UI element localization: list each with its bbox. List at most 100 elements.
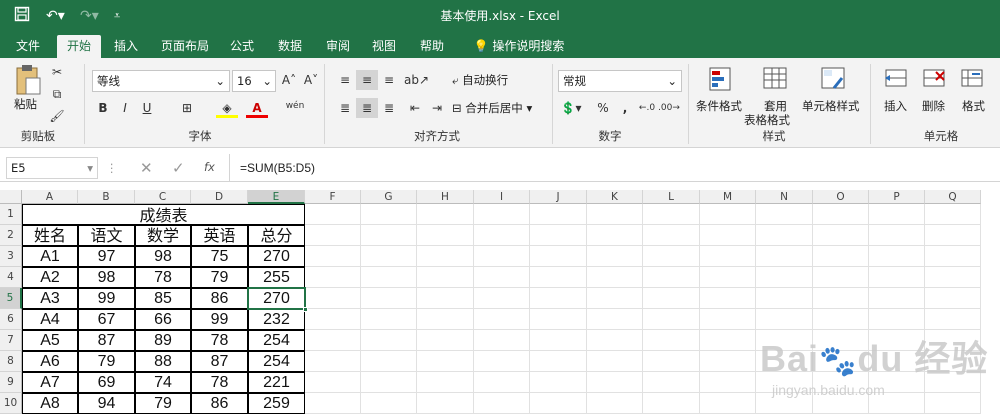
- underline-button[interactable]: U: [136, 98, 158, 118]
- grid-cell[interactable]: [361, 372, 417, 393]
- phonetic-button[interactable]: wén: [284, 96, 306, 116]
- grid-cell[interactable]: [474, 246, 530, 267]
- grid-cell[interactable]: [530, 393, 587, 414]
- grid-cell[interactable]: [305, 309, 361, 330]
- grid-cell[interactable]: [530, 351, 587, 372]
- grid-cell[interactable]: [925, 246, 981, 267]
- table-data-cell[interactable]: 78: [191, 372, 248, 393]
- enter-icon[interactable]: ✓: [172, 159, 185, 177]
- number-format-select[interactable]: 常规 ⌄: [558, 70, 682, 92]
- grid-cell[interactable]: [587, 309, 643, 330]
- grid-cell[interactable]: [361, 225, 417, 246]
- align-left-icon[interactable]: ≣: [334, 98, 356, 118]
- grid-cell[interactable]: [813, 267, 869, 288]
- percent-button[interactable]: %: [592, 98, 614, 118]
- table-data-cell[interactable]: 66: [135, 309, 191, 330]
- grid-cell[interactable]: [813, 204, 869, 225]
- increase-indent-icon[interactable]: ⇥: [426, 98, 448, 118]
- table-data-cell[interactable]: 99: [191, 309, 248, 330]
- grid-cell[interactable]: [643, 267, 700, 288]
- increase-font-icon[interactable]: A˄: [278, 70, 300, 90]
- grid-cell[interactable]: [361, 393, 417, 414]
- table-data-cell[interactable]: 85: [135, 288, 191, 309]
- insert-button[interactable]: 插入: [884, 98, 907, 114]
- grid-cell[interactable]: [417, 204, 474, 225]
- grid-cell[interactable]: [925, 309, 981, 330]
- column-header[interactable]: D: [191, 190, 248, 204]
- tab-help[interactable]: 帮助: [414, 35, 450, 58]
- column-header[interactable]: B: [78, 190, 135, 204]
- grid-cell[interactable]: [643, 351, 700, 372]
- column-header[interactable]: J: [530, 190, 587, 204]
- delete-button[interactable]: 删除: [922, 98, 945, 114]
- column-header[interactable]: Q: [925, 190, 981, 204]
- table-data-cell[interactable]: A1: [22, 246, 78, 267]
- grid-cell[interactable]: [869, 288, 925, 309]
- grid-cell[interactable]: [700, 204, 756, 225]
- grid-cell[interactable]: [361, 246, 417, 267]
- table-data-cell[interactable]: 254: [248, 351, 305, 372]
- column-header[interactable]: G: [361, 190, 417, 204]
- grid-cell[interactable]: [587, 351, 643, 372]
- grid-cell[interactable]: [925, 204, 981, 225]
- table-data-cell[interactable]: 69: [78, 372, 135, 393]
- decrease-font-icon[interactable]: A˅: [300, 70, 322, 90]
- grid-cell[interactable]: [361, 267, 417, 288]
- selected-cell[interactable]: [247, 287, 306, 310]
- grid-cell[interactable]: [587, 330, 643, 351]
- table-data-cell[interactable]: 78: [191, 330, 248, 351]
- italic-button[interactable]: I: [114, 98, 136, 118]
- grid-cell[interactable]: [643, 393, 700, 414]
- grid-cell[interactable]: [417, 330, 474, 351]
- align-bottom-icon[interactable]: ≡: [378, 70, 400, 90]
- copy-icon[interactable]: ⧉: [46, 84, 68, 104]
- table-data-cell[interactable]: 75: [191, 246, 248, 267]
- table-data-cell[interactable]: 98: [78, 267, 135, 288]
- grid-cell[interactable]: [925, 225, 981, 246]
- grid-cell[interactable]: [474, 288, 530, 309]
- cell-styles-icon[interactable]: [820, 66, 848, 94]
- grid-cell[interactable]: [643, 204, 700, 225]
- grid-cell[interactable]: [643, 309, 700, 330]
- grid-cell[interactable]: [813, 225, 869, 246]
- table-data-cell[interactable]: 79: [135, 393, 191, 414]
- table-header-cell[interactable]: 姓名: [22, 225, 78, 246]
- grid-cell[interactable]: [530, 330, 587, 351]
- table-data-cell[interactable]: A2: [22, 267, 78, 288]
- table-data-cell[interactable]: 98: [135, 246, 191, 267]
- grid-cell[interactable]: [474, 330, 530, 351]
- grid-cell[interactable]: [869, 204, 925, 225]
- grid-cell[interactable]: [361, 309, 417, 330]
- table-header-cell[interactable]: 数学: [135, 225, 191, 246]
- grid-cell[interactable]: [587, 267, 643, 288]
- tab-page-layout[interactable]: 页面布局: [156, 35, 214, 58]
- grid-cell[interactable]: [587, 204, 643, 225]
- grid-cell[interactable]: [361, 288, 417, 309]
- grid-cell[interactable]: [813, 246, 869, 267]
- font-color-button[interactable]: A: [246, 98, 268, 118]
- grid-cell[interactable]: [587, 288, 643, 309]
- grid-cell[interactable]: [700, 372, 756, 393]
- table-data-cell[interactable]: 221: [248, 372, 305, 393]
- accounting-icon[interactable]: 💲▾: [560, 98, 582, 118]
- grid-cell[interactable]: [361, 351, 417, 372]
- decrease-decimal-icon[interactable]: .00→: [658, 98, 680, 118]
- row-header[interactable]: 4: [0, 267, 22, 288]
- paste-icon[interactable]: [14, 64, 44, 100]
- align-top-icon[interactable]: ≡: [334, 70, 356, 90]
- grid-cell[interactable]: [643, 288, 700, 309]
- grid-cell[interactable]: [474, 393, 530, 414]
- grid-cell[interactable]: [700, 246, 756, 267]
- format-cells-icon[interactable]: [960, 66, 986, 92]
- grid-cell[interactable]: [700, 330, 756, 351]
- grid-cell[interactable]: [305, 225, 361, 246]
- insert-cells-icon[interactable]: [884, 66, 910, 92]
- tab-insert[interactable]: 插入: [108, 35, 144, 58]
- grid-cell[interactable]: [530, 225, 587, 246]
- row-header[interactable]: 2: [0, 225, 22, 246]
- grid-cell[interactable]: [417, 309, 474, 330]
- grid-cell[interactable]: [474, 204, 530, 225]
- grid-cell[interactable]: [361, 330, 417, 351]
- delete-cells-icon[interactable]: [922, 66, 948, 92]
- grid-cell[interactable]: [417, 246, 474, 267]
